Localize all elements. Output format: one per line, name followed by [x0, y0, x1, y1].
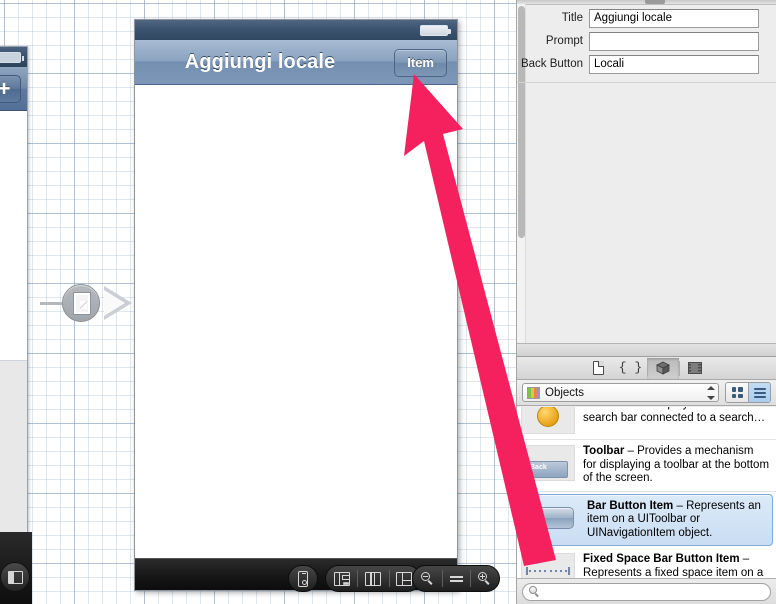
zoom-out-icon[interactable] [413, 566, 442, 591]
list-item-text: Fixed Space Bar Button Item – Represents… [583, 553, 770, 578]
storyboard-canvas[interactable]: + Aggiungi locale Item [0, 0, 516, 604]
file-template-library-tab[interactable] [583, 358, 615, 379]
field-row-prompt: Prompt [517, 31, 776, 51]
search-field[interactable] [522, 582, 771, 601]
braces-icon: { } [618, 360, 643, 375]
left-partial-scene[interactable]: + [0, 46, 28, 571]
nested-layout-icon[interactable] [326, 566, 357, 591]
title-label: Title [561, 12, 583, 24]
scene-content-view[interactable] [135, 85, 457, 558]
battery-icon [0, 52, 24, 63]
segue-arrow-inner [104, 290, 125, 316]
stepper-icon[interactable] [706, 386, 715, 400]
view-controller-icon[interactable] [62, 284, 100, 322]
library-item-list[interactable]: Controller – Displays an editable search… [517, 407, 776, 578]
toolbar-thumb [521, 445, 575, 481]
prompt-input[interactable] [589, 31, 759, 51]
search-display-controller-thumb [521, 407, 575, 434]
inspector-resize-handle[interactable] [645, 0, 665, 4]
device-orientation-icon[interactable] [289, 566, 317, 591]
attributes-inspector[interactable]: Title Prompt Back Button [516, 0, 776, 356]
view-controller-glyph [74, 293, 90, 314]
list-item[interactable]: Fixed Space Bar Button Item – Represents… [517, 548, 776, 578]
left-panel-toggle-icon[interactable] [0, 562, 30, 592]
panel-glyph [8, 571, 23, 584]
left-scene-nav-bar: + [0, 67, 27, 111]
list-view-button[interactable] [748, 383, 770, 402]
navigation-bar[interactable]: Aggiungi locale Item [135, 40, 457, 85]
library-header: Objects [517, 380, 776, 406]
list-item-title: Toolbar [583, 445, 625, 457]
inspector-bottom-bar [517, 343, 776, 356]
list-item-description: Represents a fixed space item on a UIToo… [583, 566, 764, 579]
zoom-segmented-control[interactable] [412, 565, 500, 592]
list-item[interactable]: Controller – Displays an editable search… [517, 407, 776, 440]
field-row-title: Title [517, 8, 776, 28]
view-controller-scene[interactable]: Aggiungi locale Item [134, 19, 458, 591]
list-item-title: Controller [583, 407, 638, 410]
bar-button-item-thumb [525, 500, 579, 536]
zoom-in-icon[interactable] [470, 566, 499, 591]
inspector-top-edge [517, 0, 776, 5]
device-orientation-button[interactable] [288, 565, 318, 592]
library-search-bar[interactable] [517, 578, 776, 604]
color-bars-icon [527, 386, 540, 399]
library-panel[interactable]: { } Objects search bar connected to a se… [516, 356, 776, 604]
zoom-actual-size-icon[interactable] [441, 566, 471, 591]
search-input[interactable] [543, 585, 764, 598]
status-bar [135, 20, 457, 40]
back-button-input[interactable] [589, 54, 759, 74]
list-icon [753, 387, 766, 398]
list-item-title: Bar Button Item [587, 499, 674, 512]
list-item[interactable]: Toolbar – Provides a mechanism for displ… [517, 440, 776, 492]
media-library-tab[interactable] [678, 358, 711, 379]
fixed-space-thumb [521, 553, 575, 578]
library-tab-bar[interactable]: { } [517, 357, 776, 380]
list-item-selected[interactable]: Bar Button Item – Represents an item on … [520, 493, 773, 546]
battery-icon [420, 25, 451, 36]
left-scene-body [0, 111, 27, 361]
field-row-back-button: Back Button [517, 54, 776, 74]
left-scene-status-bar [0, 47, 27, 67]
list-item-text: Toolbar – Provides a mechanism for displ… [583, 445, 770, 486]
cube-icon [655, 361, 670, 375]
inspector-divider [517, 82, 776, 83]
list-item-separator: – [627, 445, 634, 457]
code-snippet-library-tab[interactable]: { } [615, 358, 647, 379]
back-button-label: Back Button [520, 58, 583, 70]
title-input[interactable] [589, 8, 759, 28]
layout-segmented-control[interactable] [325, 565, 421, 592]
add-button[interactable]: + [0, 75, 21, 103]
film-icon [687, 362, 702, 374]
list-item-text: Bar Button Item – Represents an item on … [587, 500, 766, 541]
grid-view-button[interactable] [726, 383, 748, 402]
library-category-select[interactable]: Objects [522, 383, 719, 402]
grid-icon [731, 387, 743, 398]
library-category-label: Objects [545, 386, 584, 399]
document-icon [593, 361, 604, 375]
object-library-tab[interactable] [646, 357, 679, 379]
split-horizontal-icon[interactable] [357, 566, 388, 591]
bar-button-item[interactable]: Item [394, 49, 447, 77]
utilities-area: Title Prompt Back Button { } [516, 0, 776, 604]
segue-line [40, 302, 64, 305]
list-item-separator: – [676, 499, 683, 512]
search-icon [529, 586, 539, 597]
list-item-text: Controller – Displays an editable search… [583, 407, 770, 425]
prompt-label: Prompt [545, 35, 583, 47]
list-item-separator: – [641, 407, 647, 410]
library-view-toggle[interactable] [725, 382, 771, 403]
list-item-title: Fixed Space Bar Button Item [583, 553, 740, 565]
list-item-separator: – [742, 553, 750, 565]
